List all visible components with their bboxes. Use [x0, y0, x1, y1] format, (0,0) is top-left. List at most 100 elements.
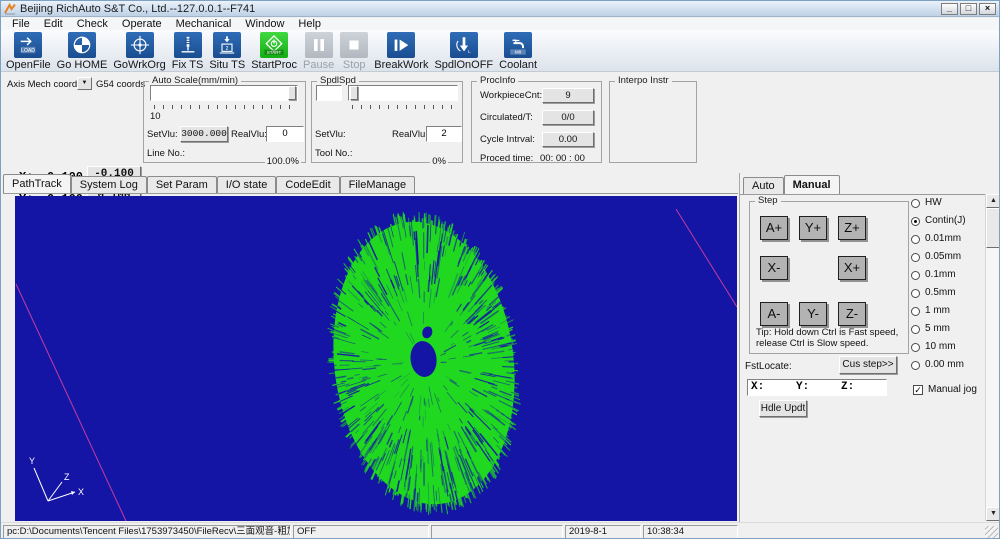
step-option-0-01mm[interactable]: 0.01mm	[911, 234, 966, 244]
open-file-icon: LOAD	[16, 35, 40, 55]
tool-label: StartProc	[251, 59, 297, 71]
cus-step-button[interactable]: Cus step>>	[839, 356, 897, 374]
menu-item-edit[interactable]: Edit	[37, 18, 70, 30]
close-button[interactable]: ×	[979, 3, 996, 15]
openfile-button[interactable]: LOAD OpenFile	[3, 32, 54, 71]
auto-scale-group: Auto Scale(mm/min) 10 SetVlu: 3000.000 R…	[143, 81, 306, 163]
coolant-icon: M8	[506, 35, 530, 55]
tool-label: Coolant	[499, 59, 537, 71]
tool-label: Situ TS	[209, 59, 245, 71]
tab-filemanage[interactable]: FileManage	[340, 176, 415, 193]
jog-z-minus-button[interactable]: Z-	[838, 302, 866, 326]
window-controls: _ □ ×	[941, 3, 996, 15]
jog-y-minus-button[interactable]: Y-	[799, 302, 827, 326]
menu-item-operate[interactable]: Operate	[115, 18, 169, 30]
scroll-up-icon[interactable]: ▲	[986, 194, 1000, 208]
mode-tab-auto[interactable]: Auto	[743, 177, 784, 194]
cycle-intrval-value[interactable]: 0.00	[542, 132, 594, 147]
feed-scale-slider[interactable]	[150, 85, 298, 101]
step-option-label: 0.00 mm	[925, 360, 964, 370]
radio-icon	[911, 343, 920, 352]
minimize-button[interactable]: _	[941, 3, 958, 15]
step-option-list: HW Contin(J) 0.01mm 0.05mm 0.1mm 0.5mm 1 mm 5 m…	[911, 198, 966, 378]
jog-a-minus-button[interactable]: A-	[760, 302, 788, 326]
tool-label: OpenFile	[6, 59, 51, 71]
tool-label: SpdlOnOFF	[434, 59, 493, 71]
jog-x-minus-button[interactable]: X-	[760, 256, 788, 280]
wcs-label: G54 coords	[96, 79, 145, 90]
scrollbar-thumb[interactable]	[986, 208, 1000, 248]
radio-icon	[911, 361, 920, 370]
feed-scale-slider-thumb[interactable]	[288, 86, 296, 100]
tool-label: Go HOME	[57, 59, 108, 71]
step-option-label: 10 mm	[925, 342, 956, 352]
tab-pathtrack[interactable]: PathTrack	[3, 174, 71, 193]
step-option-5-mm[interactable]: 5 mm	[911, 324, 966, 334]
app-logo-icon	[4, 3, 16, 15]
jog-x-plus-button[interactable]: X+	[838, 256, 866, 280]
go-home-button[interactable]: Go HOME	[54, 32, 111, 71]
path-track-canvas[interactable]: YZX	[15, 196, 737, 521]
set-feed-button[interactable]: 3000.000	[180, 126, 228, 142]
tab-system-log[interactable]: System Log	[71, 176, 147, 193]
spindle-percent: 0%	[430, 156, 448, 167]
step-option-0-5mm[interactable]: 0.5mm	[911, 288, 966, 298]
step-option-hw[interactable]: HW	[911, 198, 966, 208]
spindle-real-value: 2	[426, 126, 462, 142]
workpiece-cnt-value[interactable]: 9	[542, 88, 594, 103]
jog-y-plus-button[interactable]: Y+	[799, 216, 827, 240]
status-bar: pc:D:\Documents\Tencent Files\1753973450…	[1, 522, 999, 539]
circulated-value[interactable]: 0/0	[542, 110, 594, 125]
axis-indicator-label: Y	[29, 456, 35, 466]
spindle-slider[interactable]	[348, 85, 458, 101]
step-option-label: 0.5mm	[925, 288, 956, 298]
tab-set-param[interactable]: Set Param	[147, 176, 217, 193]
status-state: OFF	[293, 525, 429, 539]
tab-i-o-state[interactable]: I/O state	[217, 176, 277, 193]
jog-a-plus-button[interactable]: A+	[760, 216, 788, 240]
fst-locate-label: FstLocate:	[745, 361, 792, 372]
axis-indicator-label: X	[78, 487, 84, 497]
menu-item-check[interactable]: Check	[70, 18, 115, 30]
step-option-0-05mm[interactable]: 0.05mm	[911, 252, 966, 262]
go-work-origin-button[interactable]: GoWrkOrg	[110, 32, 168, 71]
menu-item-window[interactable]: Window	[238, 18, 291, 30]
situ-toolsetter-button[interactable]: 2 Situ TS	[206, 32, 248, 71]
coord-system-dropdown[interactable]: ▼	[77, 77, 92, 90]
manual-jog-checkbox[interactable]: ✓ Manual jog	[913, 385, 977, 395]
scroll-down-icon[interactable]: ▼	[986, 507, 1000, 521]
spindle-gear-box[interactable]	[316, 85, 342, 101]
jog-z-plus-button[interactable]: Z+	[838, 216, 866, 240]
start-proc-button[interactable]: START StartProc	[248, 32, 300, 71]
fix-toolsetter-button[interactable]: Fix TS	[169, 32, 207, 71]
mode-tab-bar: AutoManual	[743, 175, 840, 194]
menu-item-help[interactable]: Help	[291, 18, 328, 30]
step-option-0-1mm[interactable]: 0.1mm	[911, 270, 966, 280]
cycle-intrval-label: Cycle Intrval:	[480, 134, 535, 145]
scale-min-label: 10	[150, 111, 161, 122]
step-option-10-mm[interactable]: 10 mm	[911, 342, 966, 352]
step-option-0-00-mm[interactable]: 0.00 mm	[911, 360, 966, 370]
resize-grip[interactable]	[985, 526, 998, 539]
right-panel-scrollbar[interactable]: ▲ ▼	[985, 194, 1000, 521]
break-work-button[interactable]: BreakWork	[371, 32, 431, 71]
tab-content-border	[3, 193, 738, 194]
line-no-label: Line No.:	[147, 148, 185, 159]
tool-label: GoWrkOrg	[113, 59, 165, 71]
spindle-onoff-button[interactable]: L SpdlOnOFF	[431, 32, 496, 71]
hdle-updt-button[interactable]: Hdle Updt	[759, 400, 807, 417]
fst-locate-xyz-input[interactable]: X: Y: Z:	[747, 379, 887, 396]
menu-item-mechanical[interactable]: Mechanical	[169, 18, 239, 30]
coolant-button[interactable]: M8 Coolant	[496, 32, 540, 71]
spindle-slider-thumb[interactable]	[350, 86, 358, 100]
step-option-contin-j[interactable]: Contin(J)	[911, 216, 966, 226]
coordinate-panel: Axis Mech coord ▼ G54 coords X: -0.100 -…	[3, 75, 143, 171]
maximize-button[interactable]: □	[960, 3, 977, 15]
mode-tab-manual[interactable]: Manual	[784, 175, 840, 194]
app-window: Beijing RichAuto S&T Co., Ltd.--127.0.0.…	[0, 0, 1000, 539]
tab-codeedit[interactable]: CodeEdit	[276, 176, 339, 193]
menu-item-file[interactable]: File	[5, 18, 37, 30]
step-option-1-mm[interactable]: 1 mm	[911, 306, 966, 316]
step-option-label: HW	[925, 198, 942, 208]
mech-coord-label: Axis Mech coord	[7, 79, 77, 90]
